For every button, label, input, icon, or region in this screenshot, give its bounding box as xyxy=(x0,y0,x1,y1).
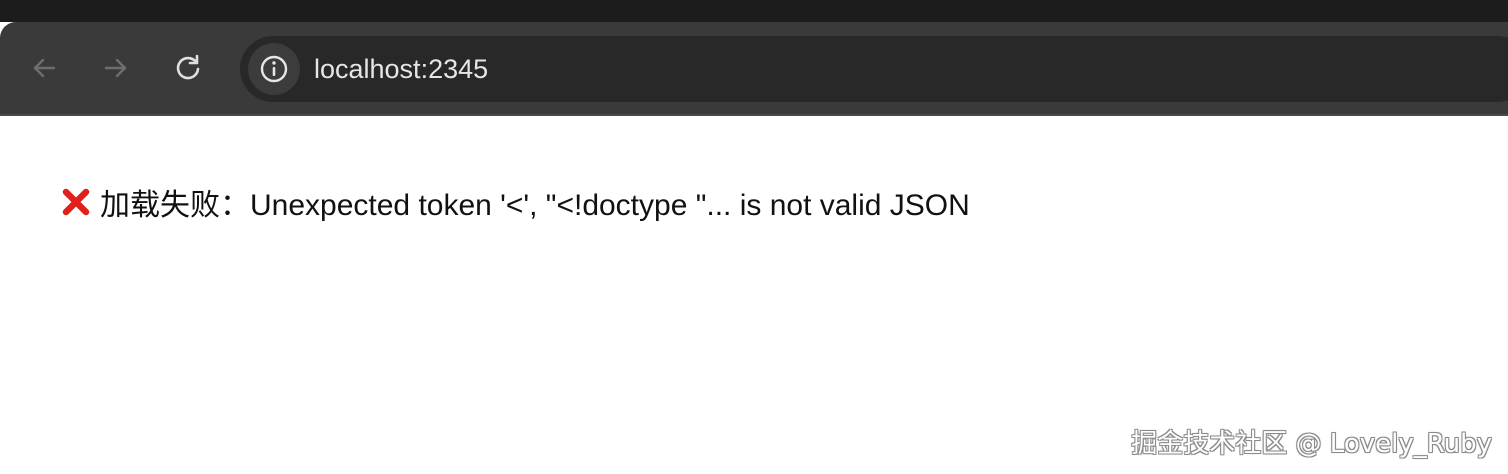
arrow-right-icon xyxy=(104,58,127,78)
cross-mark-icon xyxy=(62,188,90,216)
window-frame xyxy=(0,0,1508,22)
site-info-button[interactable] xyxy=(248,43,300,95)
page-content: 加载失败：Unexpected token '<', "<!doctype ".… xyxy=(0,116,1508,474)
watermark: 掘金技术社区 @ Lovely_Ruby xyxy=(1131,429,1492,459)
error-message: 加载失败：Unexpected token '<', "<!doctype ".… xyxy=(100,189,970,222)
reload-button[interactable] xyxy=(166,46,210,90)
url-text[interactable]: localhost:2345 xyxy=(314,52,488,86)
reload-icon xyxy=(176,54,200,80)
forward-button[interactable] xyxy=(94,46,138,90)
back-button[interactable] xyxy=(22,46,66,90)
error-message-line: 加载失败：Unexpected token '<', "<!doctype ".… xyxy=(60,182,970,222)
arrow-left-icon xyxy=(33,58,56,78)
address-bar[interactable]: localhost:2345 xyxy=(240,36,1508,102)
info-circle-icon xyxy=(260,55,288,83)
